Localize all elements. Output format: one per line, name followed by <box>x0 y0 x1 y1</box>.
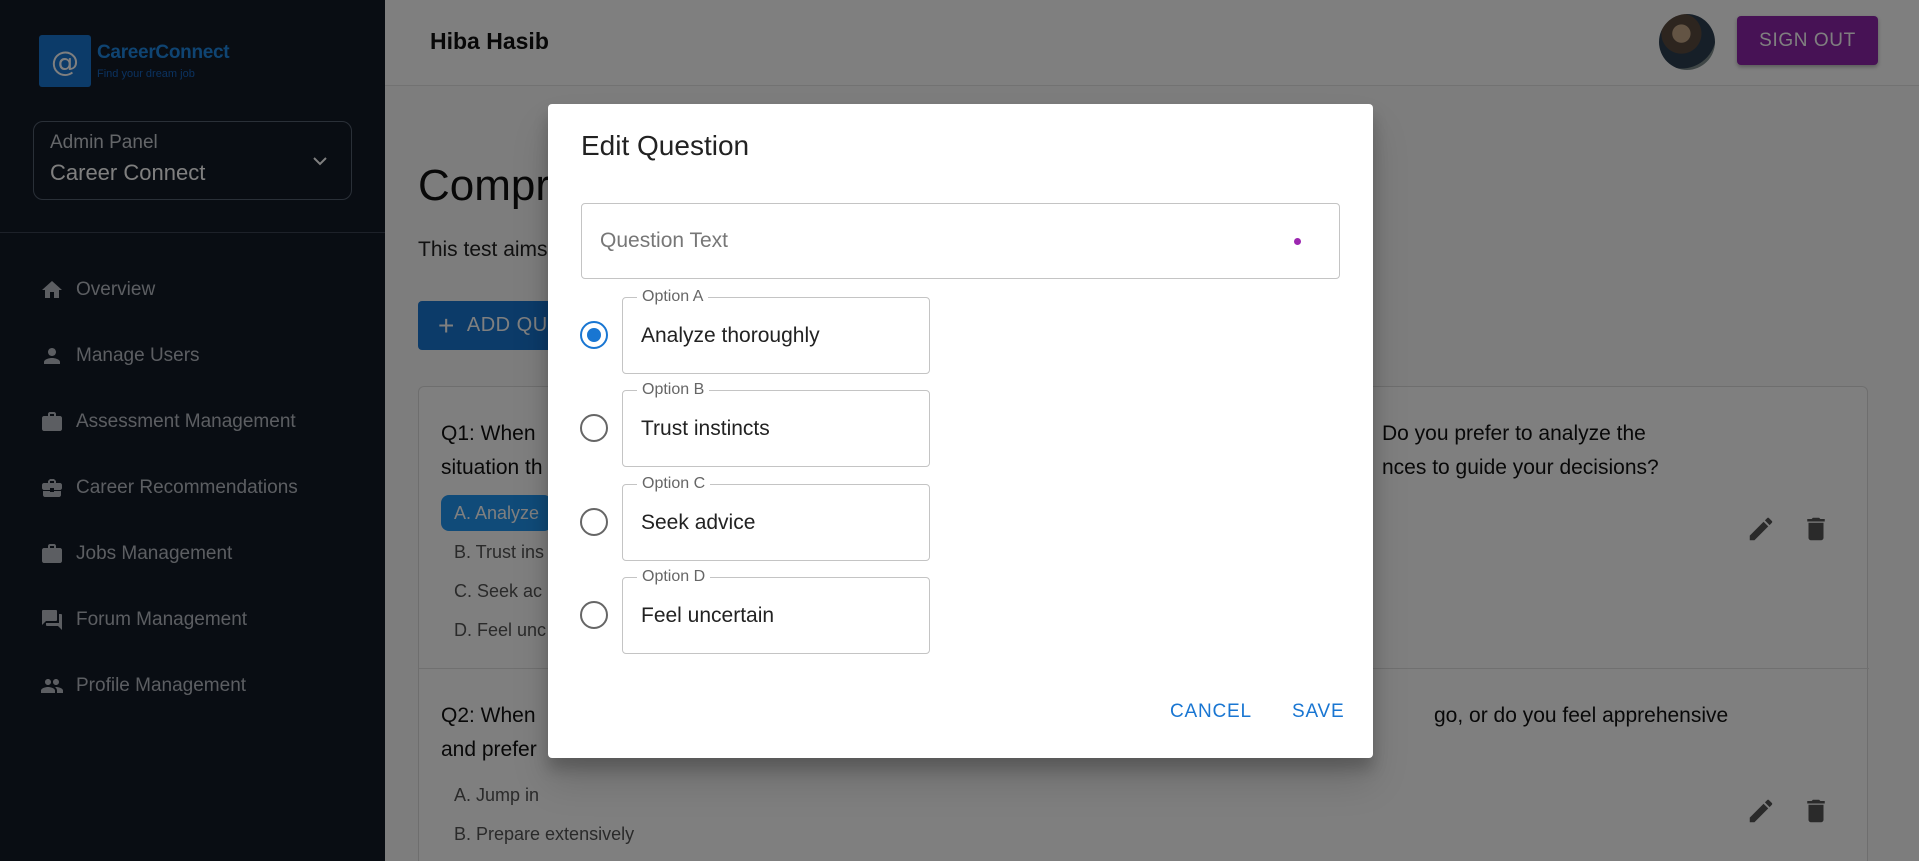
save-button[interactable]: SAVE <box>1292 701 1344 723</box>
edit-question-dialog: Edit Question Option A Option B Option C… <box>548 104 1373 758</box>
question-text-input[interactable] <box>582 204 1339 278</box>
question-text-field[interactable] <box>581 203 1340 279</box>
option-a-radio[interactable] <box>580 321 608 349</box>
option-c-input[interactable] <box>623 485 929 560</box>
option-b-row: Option B <box>580 381 940 467</box>
focus-indicator <box>1294 238 1301 245</box>
dialog-title: Edit Question <box>581 130 750 161</box>
option-d-radio[interactable] <box>580 601 608 629</box>
option-d-input[interactable] <box>623 578 929 653</box>
option-a-row: Option A <box>580 288 940 374</box>
option-c-row: Option C <box>580 475 940 561</box>
option-a-label: Option A <box>637 288 709 306</box>
option-b-radio[interactable] <box>580 414 608 442</box>
option-b-input[interactable] <box>623 391 929 466</box>
option-c-field[interactable]: Option C <box>622 475 930 561</box>
option-d-row: Option D <box>580 568 940 654</box>
option-a-field[interactable]: Option A <box>622 288 930 374</box>
option-b-field[interactable]: Option B <box>622 381 930 467</box>
cancel-button[interactable]: CANCEL <box>1170 701 1252 723</box>
option-a-input[interactable] <box>623 298 929 373</box>
option-c-radio[interactable] <box>580 508 608 536</box>
option-b-label: Option B <box>637 381 710 399</box>
option-d-field[interactable]: Option D <box>622 568 930 654</box>
option-d-label: Option D <box>637 568 711 586</box>
option-c-label: Option C <box>637 475 711 493</box>
